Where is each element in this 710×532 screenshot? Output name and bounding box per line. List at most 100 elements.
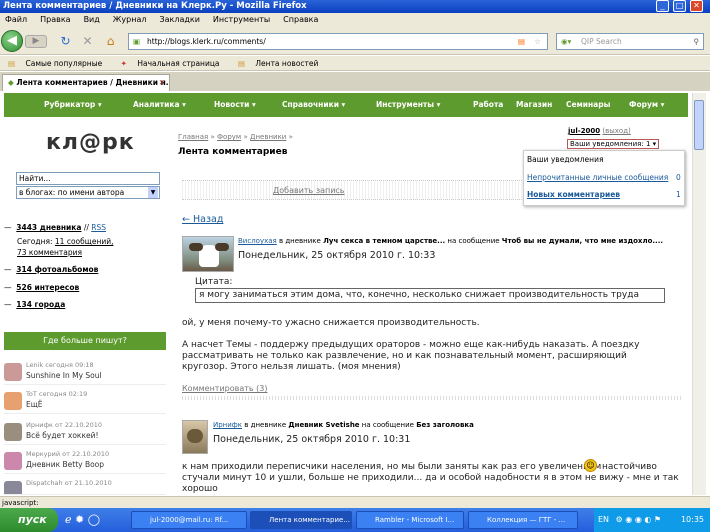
writer-item[interactable]: ToT сегодня 02:19 ЕщЁ	[4, 390, 166, 414]
logout-link[interactable]: (выход)	[602, 127, 630, 135]
post-diary-link[interactable]: Луч секса в темном царстве...	[323, 237, 445, 245]
reload-icon[interactable]: ↻	[58, 34, 73, 49]
stop-icon[interactable]: ✕	[80, 34, 95, 49]
quote-text: я могу заниматься этим дома, что, конечн…	[195, 288, 665, 303]
quote-label: Цитата:	[195, 277, 233, 287]
post-header: Ирнифк в дневнике Дневник Svetishe на со…	[213, 421, 474, 429]
interests-link[interactable]: 526 интересов	[16, 283, 79, 292]
tray-icons: ⚙ ◉ ◉ ◐ ⚑	[615, 515, 662, 524]
post-avatar[interactable]	[182, 420, 208, 454]
back-link[interactable]: ← Назад	[182, 214, 223, 225]
bookmark-star-icon[interactable]: ☆	[534, 34, 541, 49]
diaries-link[interactable]: 3443 дневника	[16, 223, 81, 232]
unread-messages-link[interactable]: Непрочитанные личные сообщения	[527, 173, 668, 182]
system-tray: EN ⚙ ◉ ◉ ◐ ⚑ 10:35	[594, 508, 710, 532]
minimize-button[interactable]: _	[656, 0, 669, 12]
new-comments-link[interactable]: Новых комментариев	[527, 190, 620, 199]
post-author-link[interactable]: Вислоухая	[238, 237, 277, 245]
stat-cities: — 134 города	[4, 300, 66, 309]
page-title: Лента комментариев	[178, 147, 288, 157]
opera-icon[interactable]: ◯	[88, 513, 100, 526]
task-mail[interactable]: jul-2000@mail.ru: Rf...	[131, 511, 247, 529]
nav-tools[interactable]: Инструменты ▾	[376, 93, 440, 117]
breadcrumb-diaries[interactable]: Дневники	[250, 133, 286, 141]
avatar	[4, 481, 22, 494]
feed-icon: ▤	[237, 59, 246, 68]
nav-references[interactable]: Справочники ▾	[282, 93, 345, 117]
task-comments[interactable]: Лента комментарие...	[250, 511, 352, 529]
post-author-link[interactable]: Ирнифк	[213, 421, 242, 429]
writer-item[interactable]: Dispatchah от 21.10.2010	[4, 479, 166, 495]
search-scope-select[interactable]: в блогах: по имени автора ▼	[16, 186, 160, 199]
notifications-toggle[interactable]: Ваши уведомления: 1 ▾	[567, 139, 660, 149]
menu-view[interactable]: Вид	[84, 13, 100, 27]
quicklaunch: ℯ ✹ ◯	[65, 513, 100, 526]
bookmark-popular[interactable]: ▤ Самые популярные	[4, 56, 106, 71]
dropdown-header: Ваши уведомления	[527, 155, 604, 164]
menu-help[interactable]: Справка	[283, 13, 318, 27]
search-input[interactable]: ◉▾ QIP Search ⚲	[556, 33, 704, 50]
lang-indicator[interactable]: EN	[598, 515, 609, 524]
ie-icon[interactable]: ℯ	[65, 513, 72, 526]
nav-rubricator[interactable]: Рубрикатор ▾	[44, 93, 102, 117]
menu-history[interactable]: Журнал	[113, 13, 147, 27]
forward-button[interactable]: ▶	[25, 35, 47, 48]
nav-jobs[interactable]: Работа	[473, 93, 503, 117]
cities-link[interactable]: 134 города	[16, 300, 65, 309]
post-header: Вислоухая в дневнике Луч секса в темном …	[238, 237, 664, 245]
nav-seminars[interactable]: Семинары	[566, 93, 610, 117]
tab-close-icon[interactable]: ✕	[159, 75, 165, 91]
page-scrollbar[interactable]	[692, 93, 706, 495]
page-icon: ▣	[133, 37, 141, 46]
clock: 10:35	[680, 515, 704, 524]
nav-analytics[interactable]: Аналитика ▾	[133, 93, 186, 117]
stat-photos: — 314 фотоальбомов	[4, 265, 99, 274]
bookmark-news[interactable]: ▤ Лента новостей	[234, 56, 322, 71]
writer-item[interactable]: Меркурий от 22.10.2010 Дневник Betty Boop	[4, 450, 166, 474]
rss-icon[interactable]: ▤	[518, 34, 525, 49]
menu-edit[interactable]: Правка	[40, 13, 70, 27]
comment-link[interactable]: Комментировать (3)	[182, 384, 268, 393]
post-date: Понедельник, 25 октября 2010 г. 10:31	[213, 434, 411, 445]
menu-bookmarks[interactable]: Закладки	[159, 13, 199, 27]
user-link[interactable]: jul-2000	[568, 127, 600, 135]
window-title: Лента комментариев / Дневники на Клерк.Р…	[0, 0, 710, 13]
scrollbar-thumb[interactable]	[694, 100, 704, 150]
back-button[interactable]: ◀	[1, 30, 23, 52]
task-collection[interactable]: Коллекция — ГТГ - ...	[468, 511, 578, 529]
rss-link[interactable]: RSS	[91, 223, 106, 232]
chevron-down-icon: ▼	[148, 187, 158, 198]
menu-tools[interactable]: Инструменты	[213, 13, 270, 27]
post-message-link[interactable]: Без заголовка	[416, 421, 474, 429]
firefox-icon[interactable]: ✹	[75, 513, 84, 526]
stat-today: Сегодня: 11 сообщений,	[17, 237, 114, 246]
tab-comments[interactable]: ◆ Лента комментариев / Дневники н... ✕	[2, 74, 170, 91]
nav-forum[interactable]: Форум ▾	[629, 93, 664, 117]
add-post-link[interactable]: Добавить запись	[273, 186, 345, 195]
close-button[interactable]: ✕	[690, 0, 703, 12]
post-message-link[interactable]: Чтоб вы не думали, что мне издохло....	[502, 237, 663, 245]
menu-file[interactable]: Файл	[5, 13, 27, 27]
breadcrumb: Главная » Форум » Дневники »	[178, 133, 293, 141]
photos-link[interactable]: 314 фотоальбомов	[16, 265, 98, 274]
home-icon[interactable]: ⌂	[103, 34, 118, 49]
breadcrumb-forum[interactable]: Форум	[217, 133, 241, 141]
task-rambler[interactable]: Rambler - Microsoft I...	[356, 511, 464, 529]
post-diary-link[interactable]: Дневник Svetishe	[288, 421, 359, 429]
site-logo[interactable]: кл@рк	[46, 130, 135, 155]
today-messages-link[interactable]: 11 сообщений,	[55, 237, 114, 246]
today-comments-link[interactable]: 73 комментария	[17, 248, 82, 257]
nav-news[interactable]: Новости ▾	[214, 93, 256, 117]
maximize-button[interactable]: □	[673, 0, 686, 12]
writer-item[interactable]: Lenik сегодня 09:18 Sunshine In My Soul	[4, 361, 166, 385]
nav-shop[interactable]: Магазин	[516, 93, 552, 117]
bookmark-home[interactable]: ✦ Начальная страница	[117, 56, 224, 71]
start-button[interactable]: пуск	[0, 508, 58, 532]
writer-item[interactable]: Ирнифк от 22.10.2010 Всё будет хоккей!	[4, 421, 166, 445]
avatar	[4, 392, 22, 410]
breadcrumb-home[interactable]: Главная	[178, 133, 208, 141]
url-input[interactable]: ▣ http://blogs.klerk.ru/comments/ ▤ ☆	[128, 33, 548, 50]
site-search-input[interactable]: Найти...	[16, 172, 160, 185]
search-icon[interactable]: ⚲	[694, 34, 700, 49]
post-avatar[interactable]	[182, 236, 234, 272]
